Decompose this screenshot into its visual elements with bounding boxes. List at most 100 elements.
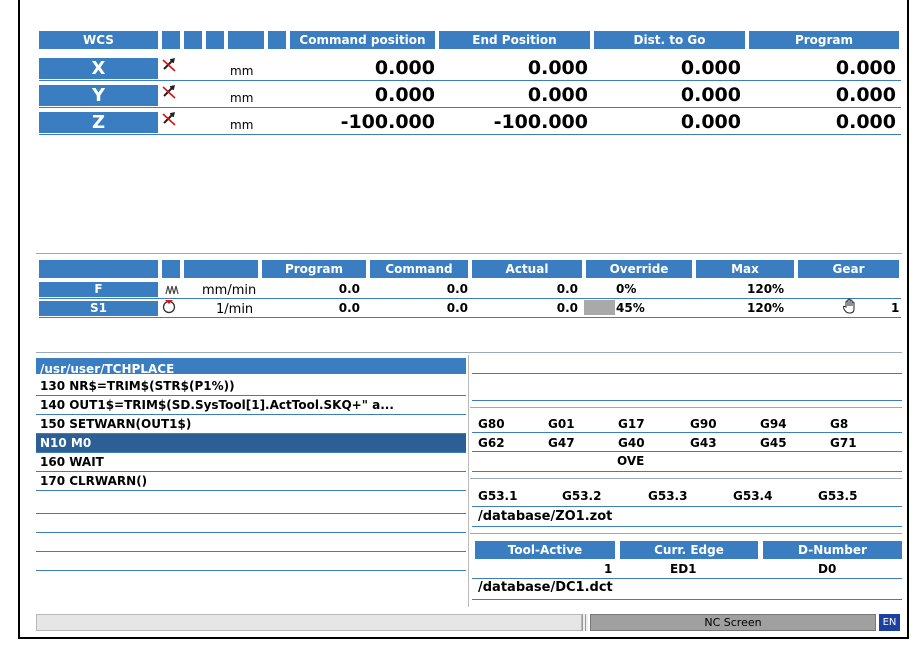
axis-command-value: 0.000 xyxy=(374,84,435,106)
tool-line-1 xyxy=(472,578,902,579)
s1-row-line xyxy=(39,317,901,318)
s1-program: 0.0 xyxy=(338,301,360,315)
header-blank-5 xyxy=(268,31,286,49)
spindle-override-header: Override xyxy=(586,260,692,278)
command-position-header: Command position xyxy=(290,31,435,49)
gcode-cell: G90 xyxy=(690,417,717,431)
s1-override: 45% xyxy=(616,301,645,315)
f-command: 0.0 xyxy=(446,282,468,296)
program-line[interactable]: 160 WAIT xyxy=(40,455,104,469)
d-number-value: D0 xyxy=(818,562,837,576)
program-line-separator xyxy=(36,452,466,453)
panel-vertical-divider xyxy=(468,355,469,607)
hand-icon xyxy=(842,298,857,314)
gcode-cell: G71 xyxy=(830,436,857,450)
spindle-header-blank-2 xyxy=(162,260,180,278)
f-actual: 0.0 xyxy=(556,282,578,296)
program-line-separator xyxy=(36,414,466,415)
axis-unit: mm xyxy=(230,91,254,105)
spindle-section-divider xyxy=(36,352,902,353)
tool-active-header: Tool-Active xyxy=(475,541,615,559)
zero-offset-cell: G53.2 xyxy=(562,489,602,503)
program-header: Program xyxy=(749,31,899,49)
program-empty-line-4 xyxy=(36,570,466,571)
language-label: EN xyxy=(882,617,897,628)
ove-label: OVE xyxy=(617,454,645,468)
axis-label-y: Y xyxy=(39,85,158,106)
gcode-line-3 xyxy=(472,471,902,472)
gcode-line-1 xyxy=(472,432,902,433)
program-path: /usr/user/TCHPLACE xyxy=(36,358,466,376)
axis-program-value: 0.000 xyxy=(835,84,896,106)
s1-unit: 1/min xyxy=(216,302,254,317)
axis-dist-value: 0.000 xyxy=(680,84,741,106)
axis-row-line xyxy=(39,134,901,135)
zero-offset-cell: G53.4 xyxy=(733,489,773,503)
axis-label-z: Z xyxy=(39,112,158,133)
program-line-separator xyxy=(36,395,466,396)
s1-command: 0.0 xyxy=(446,301,468,315)
dist-to-go-header: Dist. to Go xyxy=(594,31,745,49)
axis-dist-value: 0.000 xyxy=(680,57,741,79)
s1-gear: 1 xyxy=(891,301,900,315)
header-blank-2 xyxy=(184,31,202,49)
program-line[interactable]: 170 CLRWARN() xyxy=(40,474,147,488)
program-line[interactable]: 130 NR$=TRIM$(STR$(P1%)) xyxy=(40,379,235,393)
program-line[interactable]: N10 M0 xyxy=(40,436,91,450)
program-line-separator xyxy=(36,471,466,472)
program-empty-line-2 xyxy=(36,532,466,533)
zero-offset-cell: G53.1 xyxy=(478,489,518,503)
spindle-row-f-label: F xyxy=(39,282,158,297)
axis-command-value: -100.000 xyxy=(340,111,435,133)
gcode-cell: G94 xyxy=(760,417,787,431)
f-unit: mm/min xyxy=(202,283,257,298)
header-blank-3 xyxy=(206,31,224,49)
curr-edge-value: ED1 xyxy=(670,562,697,576)
spindle-header-blank-1 xyxy=(39,260,158,278)
right-line-2 xyxy=(472,400,902,401)
s1-override-bar-fill xyxy=(584,300,615,315)
language-badge[interactable]: EN xyxy=(879,614,900,631)
status-field-left xyxy=(36,614,582,631)
gcode-cell: G43 xyxy=(690,436,717,450)
gcode-cell: G01 xyxy=(548,417,575,431)
spindle-rotation-icon xyxy=(161,298,177,314)
axis-row-line xyxy=(39,80,901,81)
header-blank-4 xyxy=(228,31,264,49)
program-line[interactable]: 140 OUT1$=TRIM$(SD.SysTool[1].ActTool.SK… xyxy=(40,398,394,412)
axis-dist-value: 0.000 xyxy=(680,111,741,133)
right-line-1 xyxy=(472,373,902,374)
right-divider-1 xyxy=(470,407,902,408)
axis-row-line xyxy=(39,107,901,108)
gcode-cell: G17 xyxy=(618,417,645,431)
zero-offset-cell: G53.3 xyxy=(648,489,688,503)
axis-label-x: X xyxy=(39,58,158,79)
gcode-cell: G47 xyxy=(548,436,575,450)
f-max: 120% xyxy=(747,282,785,296)
axis-disabled-icon xyxy=(160,110,178,128)
gcode-cell: G62 xyxy=(478,436,505,450)
f-program: 0.0 xyxy=(338,282,360,296)
spindle-actual-header: Actual xyxy=(472,260,582,278)
axis-command-value: 0.000 xyxy=(374,57,435,79)
status-grip[interactable] xyxy=(582,614,588,631)
program-line[interactable]: 150 SETWARN(OUT1$) xyxy=(40,417,191,431)
s1-actual: 0.0 xyxy=(556,301,578,315)
nc-screen-label: NC Screen xyxy=(704,616,762,629)
spindle-program-header: Program xyxy=(262,260,366,278)
gcode-cell: G80 xyxy=(478,417,505,431)
axis-program-value: 0.000 xyxy=(835,57,896,79)
program-empty-line-1 xyxy=(36,513,466,514)
spindle-max-header: Max xyxy=(696,260,794,278)
axis-end-value: 0.000 xyxy=(527,84,588,106)
wcs-header: WCS xyxy=(39,31,158,49)
spindle-gear-header: Gear xyxy=(798,260,899,278)
nc-screen-status[interactable]: NC Screen xyxy=(590,614,876,631)
right-divider-2 xyxy=(470,478,902,479)
program-path-text: /usr/user/TCHPLACE xyxy=(40,362,175,376)
axis-unit: mm xyxy=(230,64,254,78)
s1-max: 120% xyxy=(747,301,785,315)
spindle-row-s1-label: S1 xyxy=(39,301,158,316)
zero-offset-cell: G53.5 xyxy=(818,489,858,503)
right-divider-3 xyxy=(470,533,902,534)
